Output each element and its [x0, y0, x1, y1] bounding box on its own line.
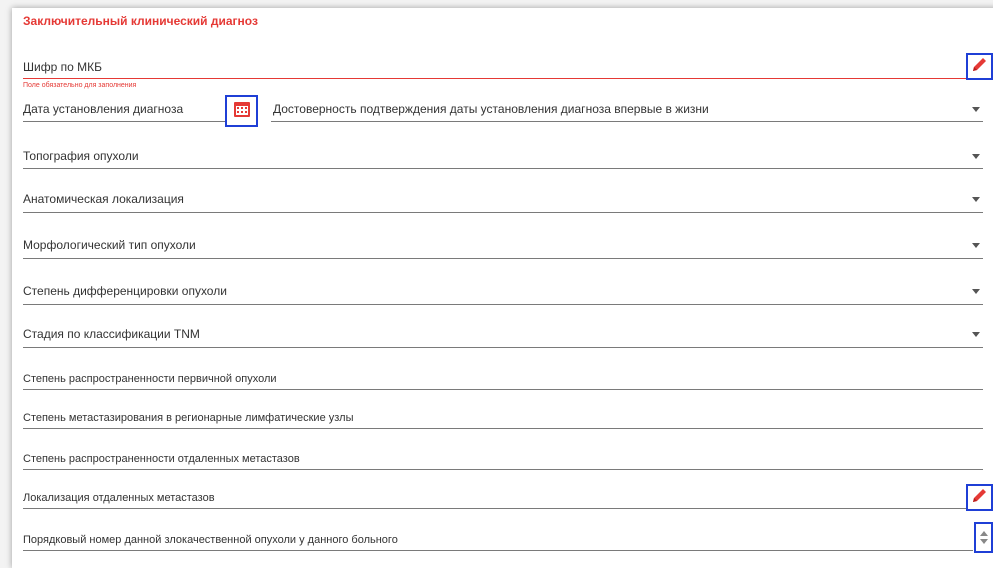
chevron-down-icon[interactable] — [972, 332, 980, 337]
icd-code-input[interactable] — [23, 78, 973, 79]
number-stepper[interactable] — [974, 522, 993, 553]
section-title: Заключительный клинический диагноз — [23, 14, 258, 28]
icd-code-label: Шифр по МКБ — [23, 60, 102, 74]
pencil-icon — [971, 486, 989, 509]
differentiation-degree-select[interactable]: Степень дифференцировки опухоли — [23, 284, 227, 298]
regional-lymph-metastasis-input[interactable]: Степень метастазирования в регионарные л… — [23, 412, 354, 424]
primary-tumor-extent-underline — [23, 389, 983, 390]
chevron-down-icon[interactable] — [972, 289, 980, 294]
chevron-down-icon[interactable] — [972, 107, 980, 112]
diagnosis-date-label: Дата установления диагноза — [23, 102, 184, 116]
distant-metastasis-extent-input[interactable]: Степень распространенности отдаленных ме… — [23, 453, 300, 465]
icd-edit-button[interactable] — [966, 53, 993, 80]
pencil-icon — [971, 55, 989, 78]
required-hint: Поле обязательно для заполнения — [23, 82, 137, 89]
diagnosis-date-input[interactable] — [23, 121, 258, 122]
regional-lymph-metastasis-underline — [23, 428, 983, 429]
morphological-type-underline — [23, 258, 983, 259]
tumor-ordinal-number-input[interactable]: Порядковый номер данной злокачественной … — [23, 534, 398, 546]
stepper-up-icon[interactable] — [979, 531, 988, 536]
anatomic-localization-select[interactable]: Анатомическая локализация — [23, 192, 184, 206]
number-stepper-icon — [979, 531, 988, 544]
primary-tumor-extent-input[interactable]: Степень распространенности первичной опу… — [23, 373, 277, 385]
chevron-down-icon[interactable] — [972, 154, 980, 159]
chevron-down-icon[interactable] — [972, 243, 980, 248]
calendar-button[interactable] — [225, 95, 258, 127]
tumor-topography-underline — [23, 168, 983, 169]
stepper-down-icon[interactable] — [979, 539, 988, 544]
tnm-stage-select[interactable]: Стадия по классификации TNM — [23, 327, 200, 341]
distant-metastasis-localization-input[interactable]: Локализация отдаленных метастазов — [23, 492, 215, 504]
morphological-type-select[interactable]: Морфологический тип опухоли — [23, 238, 196, 252]
differentiation-degree-underline — [23, 304, 983, 305]
distant-metastasis-localization-underline — [23, 508, 973, 509]
anatomic-localization-underline — [23, 212, 983, 213]
distant-metastasis-extent-underline — [23, 469, 983, 470]
tnm-stage-underline — [23, 347, 983, 348]
tumor-ordinal-number-underline — [23, 550, 973, 551]
metastasis-edit-button[interactable] — [966, 484, 993, 511]
tumor-topography-select[interactable]: Топография опухоли — [23, 149, 139, 163]
date-reliability-select[interactable]: Достоверность подтверждения даты установ… — [273, 102, 709, 116]
chevron-down-icon[interactable] — [972, 197, 980, 202]
calendar-icon — [233, 100, 251, 123]
date-reliability-underline — [271, 121, 983, 122]
